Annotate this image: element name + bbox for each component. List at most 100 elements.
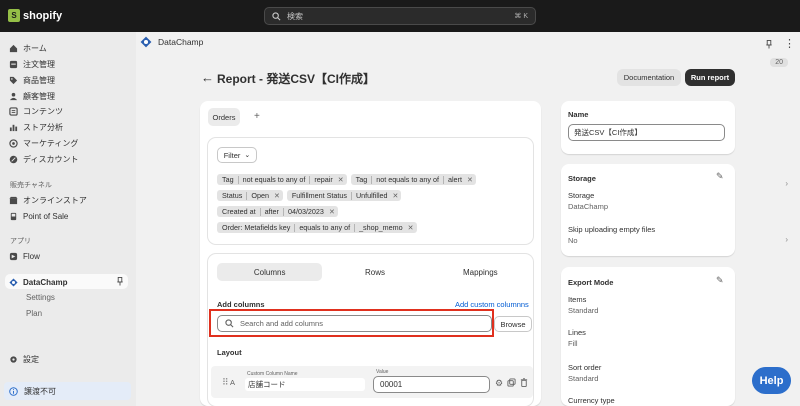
sidebar-item-products[interactable]: 商品管理 xyxy=(9,73,55,87)
documentation-button[interactable]: Documentation xyxy=(617,69,681,86)
page-title: Report - 発送CSV【CI作成】 xyxy=(217,72,376,86)
person-icon xyxy=(9,92,18,100)
currency-type-label: Currency type xyxy=(568,396,615,405)
pos-icon xyxy=(10,212,17,220)
non-transferable-notice[interactable]: 譲渡不可 xyxy=(4,382,131,400)
bar-chart-icon xyxy=(9,124,18,131)
filter-tag[interactable]: Order: Metafields key equals to any of _… xyxy=(217,222,417,233)
filter-tag[interactable]: Status Open ✕ xyxy=(217,190,283,201)
remove-tag-icon[interactable]: ✕ xyxy=(274,192,280,200)
filter-field: Tag xyxy=(355,175,368,184)
add-tab-button[interactable]: + xyxy=(254,111,260,122)
remove-tag-icon[interactable]: ✕ xyxy=(329,208,335,216)
sidebar-item-label: ストア分析 xyxy=(23,122,63,132)
tab-orders[interactable]: Orders xyxy=(208,108,240,126)
sidebar-item-marketing[interactable]: マーケティング xyxy=(9,136,78,150)
filter-tag[interactable]: Tag not equals to any of alert ✕ xyxy=(350,174,476,185)
search-placeholder: 検索 xyxy=(287,11,303,21)
filter-operator: not equals to any of xyxy=(242,175,306,184)
storage-card-title: Storage xyxy=(568,174,596,183)
sidebar-item-flow[interactable]: Flow xyxy=(9,249,40,263)
gear-icon[interactable]: ⚙ xyxy=(495,378,503,389)
sidebar-sub-plan[interactable]: Plan xyxy=(26,309,42,318)
filter-tag-row: Created at after 04/03/2023 ✕ xyxy=(217,206,338,217)
tab-rows[interactable]: Rows xyxy=(322,263,427,281)
sidebar-item-datachamp[interactable]: DataChamp xyxy=(9,275,67,289)
sidebar-item-orders[interactable]: 注文管理 xyxy=(9,57,55,71)
trash-icon[interactable] xyxy=(520,378,528,387)
pin-icon[interactable] xyxy=(116,277,124,286)
run-report-button[interactable]: Run report xyxy=(685,69,735,86)
browse-button[interactable]: Browse xyxy=(494,316,532,332)
remove-tag-icon[interactable]: ✕ xyxy=(408,224,414,232)
column-value-field[interactable]: 00001 xyxy=(373,376,490,393)
column-letter: A xyxy=(230,378,236,387)
sidebar-item-label: 注文管理 xyxy=(23,59,55,69)
sidebar-item-analytics[interactable]: ストア分析 xyxy=(9,120,63,134)
store-icon xyxy=(9,196,18,204)
remove-tag-icon[interactable]: ✕ xyxy=(393,192,399,200)
filter-label: Filter xyxy=(223,150,241,160)
sidebar-item-label: Point of Sale xyxy=(23,211,69,221)
filter-field: Order: Metafields key xyxy=(222,223,291,232)
search-shortcut: ⌘ K xyxy=(514,13,528,20)
items-label: Items xyxy=(568,295,587,304)
filter-field: Fulfillment Status xyxy=(291,191,347,200)
tab-columns[interactable]: Columns xyxy=(217,263,323,281)
add-custom-columns-link[interactable]: Add custom columnns xyxy=(455,300,529,309)
sidebar-item-label: ホーム xyxy=(23,43,47,53)
duplicate-icon[interactable] xyxy=(507,378,516,387)
target-icon xyxy=(9,138,18,148)
sidebar-item-label: コンテンツ xyxy=(23,106,63,116)
filter-field: Status xyxy=(222,191,243,200)
sidebar-item-content[interactable]: コンテンツ xyxy=(9,104,63,118)
back-arrow-icon[interactable]: ← xyxy=(201,70,214,85)
sidebar-item-point-of-sale[interactable]: Point of Sale xyxy=(9,209,68,223)
filter-tag[interactable]: Created at after 04/03/2023 ✕ xyxy=(217,206,338,217)
filter-tag[interactable]: Fulfillment Status Unfulfilled ✕ xyxy=(286,190,402,201)
edit-pencil-icon[interactable]: ✎ xyxy=(716,275,724,286)
edit-pencil-icon[interactable]: ✎ xyxy=(716,171,724,182)
shopify-logo[interactable]: S shopify xyxy=(8,9,62,22)
chevron-right-icon[interactable]: › xyxy=(785,235,788,244)
sidebar-item-label: 商品管理 xyxy=(23,75,55,85)
remove-tag-icon[interactable]: ✕ xyxy=(338,176,344,184)
apps-heading: アプリ xyxy=(10,238,31,245)
global-search-input[interactable]: 検索 ⌘ K xyxy=(264,7,536,25)
sidebar-sub-settings[interactable]: Settings xyxy=(26,293,55,302)
sidebar-item-home[interactable]: ホーム xyxy=(9,41,47,55)
filter-tag-row: Order: Metafields key equals to any of _… xyxy=(217,222,417,233)
chevron-right-icon[interactable]: › xyxy=(785,179,788,188)
sidebar-item-online-store[interactable]: オンラインストア xyxy=(9,193,87,207)
sidebar-item-label: 設定 xyxy=(23,354,39,364)
value-label: Value xyxy=(376,369,389,375)
sort-order-label: Sort order xyxy=(568,363,602,372)
tab-mappings[interactable]: Mappings xyxy=(428,263,533,281)
more-options-icon[interactable]: ⋮ xyxy=(784,37,795,50)
gear-icon xyxy=(10,355,17,363)
filter-operator: not equals to any of xyxy=(376,175,439,184)
sidebar-item-label: ディスカウント xyxy=(23,154,79,164)
export-mode-card xyxy=(561,267,735,406)
sidebar-item-settings[interactable]: 設定 xyxy=(9,352,39,366)
report-name-input[interactable]: 発送CSV【CI作成】 xyxy=(568,124,725,141)
remove-tag-icon[interactable]: ✕ xyxy=(467,176,473,184)
sidebar-item-label: オンラインストア xyxy=(23,195,87,205)
flow-icon xyxy=(9,252,18,260)
sidebar-item-discounts[interactable]: ディスカウント xyxy=(9,152,78,166)
sidebar-item-customers[interactable]: 顧客管理 xyxy=(9,89,55,103)
filter-value: alert xyxy=(447,175,462,184)
filter-tag[interactable]: Tag not equals to any of repair ✕ xyxy=(217,174,347,185)
tag-icon xyxy=(9,76,18,84)
custom-column-name-field[interactable]: 店舗コード xyxy=(245,378,365,391)
export-mode-title: Export Mode xyxy=(568,278,614,287)
sales-channels-heading: 販売チャネル xyxy=(10,182,52,189)
filter-field: Created at xyxy=(222,207,256,216)
custom-column-name-label: Custom Column Name xyxy=(247,371,298,377)
add-columns-label: Add columns xyxy=(217,300,265,309)
drag-handle-icon[interactable]: ⠿ xyxy=(222,377,229,388)
help-button[interactable]: Help xyxy=(752,367,791,394)
filter-button[interactable]: Filter ⌄ xyxy=(217,147,257,163)
pin-icon[interactable] xyxy=(765,40,773,49)
storage-label: Storage xyxy=(568,191,595,200)
